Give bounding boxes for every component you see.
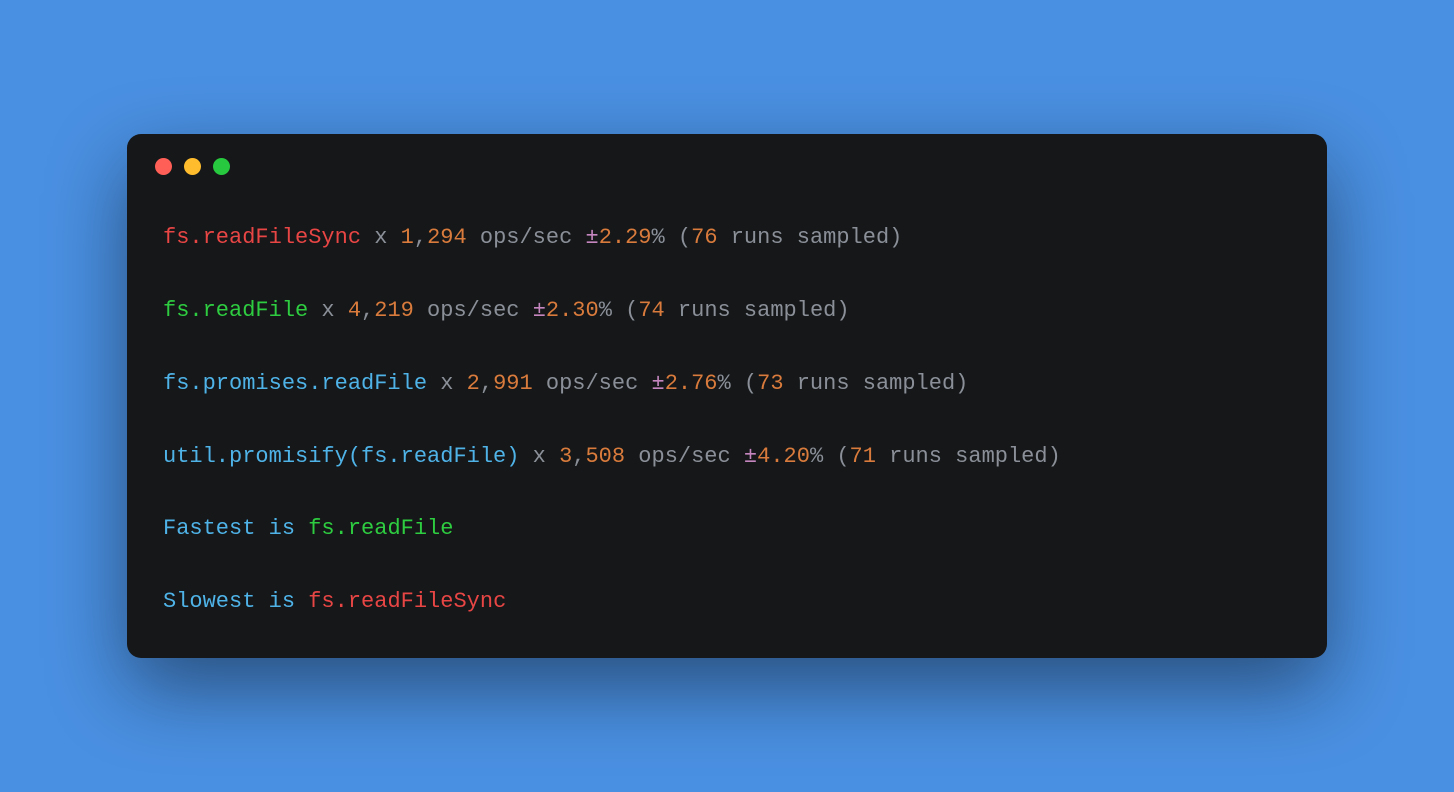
open-paren: ( bbox=[665, 225, 691, 250]
pm: ± bbox=[586, 225, 599, 250]
pm: ± bbox=[652, 371, 665, 396]
runs: 76 bbox=[691, 225, 717, 250]
x-sep: x bbox=[519, 444, 559, 469]
benchmark-line: fs.promises.readFile x 2,991 ops/sec ±2.… bbox=[163, 369, 1291, 400]
err: 2.30 bbox=[546, 298, 599, 323]
open-paren: ( bbox=[823, 444, 849, 469]
runs-sampled: runs sampled) bbox=[876, 444, 1061, 469]
benchmark-line: fs.readFileSync x 1,294 ops/sec ±2.29% (… bbox=[163, 223, 1291, 254]
pct: % bbox=[810, 444, 823, 469]
ops-int: 4 bbox=[348, 298, 361, 323]
open-paren: ( bbox=[612, 298, 638, 323]
runs: 74 bbox=[638, 298, 664, 323]
comma: , bbox=[361, 298, 374, 323]
runs-sampled: runs sampled) bbox=[718, 225, 903, 250]
fastest-label: Fastest is bbox=[163, 516, 308, 541]
ops-sec: ops/sec bbox=[414, 298, 533, 323]
bench-name: fs.readFileSync bbox=[163, 225, 361, 250]
pct: % bbox=[599, 298, 612, 323]
window-titlebar bbox=[127, 134, 1327, 185]
x-sep: x bbox=[361, 225, 401, 250]
ops-sec: ops/sec bbox=[467, 225, 586, 250]
open-paren: ( bbox=[731, 371, 757, 396]
benchmark-line: util.promisify(fs.readFile) x 3,508 ops/… bbox=[163, 442, 1291, 473]
terminal-content: fs.readFileSync x 1,294 ops/sec ±2.29% (… bbox=[127, 185, 1327, 618]
bench-name: util.promisify(fs.readFile) bbox=[163, 444, 519, 469]
slowest-name: fs.readFileSync bbox=[308, 589, 506, 614]
comma: , bbox=[414, 225, 427, 250]
close-icon[interactable] bbox=[155, 158, 172, 175]
x-sep: x bbox=[308, 298, 348, 323]
comma: , bbox=[480, 371, 493, 396]
err: 2.29 bbox=[599, 225, 652, 250]
ops-frac: 294 bbox=[427, 225, 467, 250]
comma: , bbox=[572, 444, 585, 469]
ops-int: 2 bbox=[467, 371, 480, 396]
pct: % bbox=[652, 225, 665, 250]
runs: 73 bbox=[757, 371, 783, 396]
runs-sampled: runs sampled) bbox=[665, 298, 850, 323]
terminal-window: fs.readFileSync x 1,294 ops/sec ±2.29% (… bbox=[127, 134, 1327, 658]
ops-frac: 991 bbox=[493, 371, 533, 396]
bench-name: fs.readFile bbox=[163, 298, 308, 323]
fastest-name: fs.readFile bbox=[308, 516, 453, 541]
slowest-line: Slowest is fs.readFileSync bbox=[163, 587, 1291, 618]
ops-sec: ops/sec bbox=[533, 371, 652, 396]
ops-frac: 508 bbox=[585, 444, 625, 469]
x-sep: x bbox=[427, 371, 467, 396]
ops-int: 1 bbox=[401, 225, 414, 250]
pm: ± bbox=[744, 444, 757, 469]
maximize-icon[interactable] bbox=[213, 158, 230, 175]
pct: % bbox=[718, 371, 731, 396]
ops-sec: ops/sec bbox=[625, 444, 744, 469]
err: 4.20 bbox=[757, 444, 810, 469]
slowest-label: Slowest is bbox=[163, 589, 308, 614]
runs: 71 bbox=[850, 444, 876, 469]
err: 2.76 bbox=[665, 371, 718, 396]
minimize-icon[interactable] bbox=[184, 158, 201, 175]
benchmark-line: fs.readFile x 4,219 ops/sec ±2.30% (74 r… bbox=[163, 296, 1291, 327]
ops-int: 3 bbox=[559, 444, 572, 469]
fastest-line: Fastest is fs.readFile bbox=[163, 514, 1291, 545]
runs-sampled: runs sampled) bbox=[784, 371, 969, 396]
ops-frac: 219 bbox=[374, 298, 414, 323]
bench-name: fs.promises.readFile bbox=[163, 371, 427, 396]
pm: ± bbox=[533, 298, 546, 323]
